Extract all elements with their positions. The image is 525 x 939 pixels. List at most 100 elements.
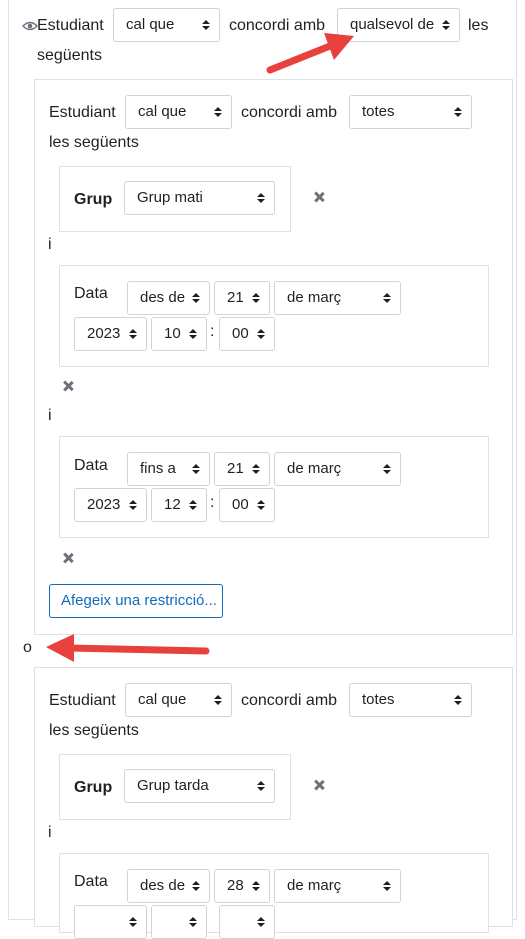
set1-date2-day-value: 21 [227, 460, 244, 477]
annotation-arrow-1 [266, 33, 354, 74]
set1-date2-direction-value: fins a [140, 460, 176, 477]
set1-date2-day-select[interactable]: 21 [214, 452, 270, 486]
set2-estudiant-label: Estudiant [49, 692, 116, 709]
set2-grup-select[interactable]: Grup tarda [124, 769, 275, 803]
set1-grup-value: Grup mati [137, 189, 203, 206]
set1-date2-direction-select[interactable]: fins a [127, 452, 210, 486]
set1-date2-minute-value: 00 [232, 496, 249, 513]
set2-date1-day-value: 28 [227, 877, 244, 894]
set1-date1-month-select[interactable]: de març [274, 281, 401, 315]
set1-date2-label: Data [74, 457, 108, 474]
select-arrows-icon [252, 453, 260, 485]
set1-date2-month-value: de març [287, 460, 342, 477]
select-arrows-icon [257, 770, 265, 802]
select-arrows-icon [189, 906, 197, 938]
set1-date1-month-value: de març [287, 289, 342, 306]
select-arrows-icon [454, 96, 462, 128]
select-arrows-icon [192, 870, 200, 902]
set2-must-value: cal que [138, 691, 187, 708]
set1-estudiant-label: Estudiant [49, 104, 116, 121]
set1-date1-year-value: 2023 [87, 325, 121, 342]
select-arrows-icon [454, 684, 462, 716]
or-label: o [23, 639, 32, 656]
select-arrows-icon [252, 870, 260, 902]
set1-date1-minute-select[interactable]: 00 [219, 317, 275, 351]
select-arrows-icon [257, 182, 265, 214]
close-icon[interactable] [61, 379, 75, 393]
select-arrows-icon [383, 282, 391, 314]
set1-grup-label: Grup [74, 191, 113, 208]
select-arrows-icon [214, 684, 222, 716]
select-arrows-icon [192, 282, 200, 314]
set2-date1-month-value: de març [287, 877, 342, 894]
set2-date1-day-select[interactable]: 28 [214, 869, 270, 903]
set2-date1-year-select[interactable] [74, 905, 147, 939]
select-arrows-icon [129, 906, 137, 938]
root-must-value: cal que [126, 16, 175, 33]
set2-grup-value: Grup tarda [137, 777, 209, 794]
eye-icon[interactable] [22, 19, 38, 31]
set1-date1-label: Data [74, 285, 108, 302]
select-arrows-icon [189, 318, 197, 350]
add-restriction-button[interactable]: Afegeix una restricció... [49, 584, 223, 618]
set1-match-value: totes [362, 103, 395, 120]
close-icon[interactable] [312, 190, 326, 204]
root-seguents-label: següents [37, 47, 102, 64]
set1-must-value: cal que [138, 103, 187, 120]
set2-date1-direction-value: des de [140, 877, 186, 894]
set1-date2-hour-value: 12 [164, 496, 181, 513]
set1-must-select[interactable]: cal que [125, 95, 232, 129]
annotation-arrow-2 [46, 634, 210, 662]
close-icon[interactable] [61, 551, 75, 565]
set2-date1-month-select[interactable]: de març [274, 869, 401, 903]
select-arrows-icon [257, 906, 265, 938]
root-must-select[interactable]: cal que [113, 8, 220, 42]
set2-concordi-label: concordi amb [241, 692, 338, 709]
set1-date2-hour-select[interactable]: 12 [151, 488, 207, 522]
set1-date2-year-value: 2023 [87, 496, 121, 513]
root-match-value: qualsevol de [350, 16, 435, 33]
set2-date1-direction-select[interactable]: des de [127, 869, 210, 903]
close-icon[interactable] [312, 778, 326, 792]
set1-and-label-1: i [48, 236, 52, 253]
root-les-label: les [468, 17, 489, 34]
set1-date1-hour-select[interactable]: 10 [151, 317, 207, 351]
set1-seguents-label: les següents [49, 134, 139, 151]
set2-date1-label: Data [74, 873, 108, 890]
set2-match-select[interactable]: totes [349, 683, 472, 717]
set1-concordi-label: concordi amb [241, 104, 338, 121]
set1-date1-direction-value: des de [140, 289, 186, 306]
set2-date1-hour-select[interactable] [151, 905, 207, 939]
root-estudiant-label: Estudiant [37, 17, 104, 34]
set1-date2-year-select[interactable]: 2023 [74, 488, 147, 522]
select-arrows-icon [129, 318, 137, 350]
set1-date-condition-1 [59, 265, 489, 367]
select-arrows-icon [383, 870, 391, 902]
time-separator: : [210, 323, 215, 340]
select-arrows-icon [252, 282, 260, 314]
set1-date1-day-value: 21 [227, 289, 244, 306]
set1-date1-day-select[interactable]: 21 [214, 281, 270, 315]
set1-date1-direction-select[interactable]: des de [127, 281, 210, 315]
set2-grup-label: Grup [74, 779, 113, 796]
set2-date1-minute-select[interactable] [219, 905, 275, 939]
time-separator: : [210, 494, 215, 511]
set1-date2-minute-select[interactable]: 00 [219, 488, 275, 522]
select-arrows-icon [257, 489, 265, 521]
set1-and-label-2: i [48, 407, 52, 424]
set1-match-select[interactable]: totes [349, 95, 472, 129]
select-arrows-icon [383, 453, 391, 485]
select-arrows-icon [189, 489, 197, 521]
set1-grup-select[interactable]: Grup mati [124, 181, 275, 215]
select-arrows-icon [257, 318, 265, 350]
set1-date1-year-select[interactable]: 2023 [74, 317, 147, 351]
select-arrows-icon [129, 489, 137, 521]
set1-date1-hour-value: 10 [164, 325, 181, 342]
set2-and-label-1: i [48, 824, 52, 841]
set2-seguents-label: les següents [49, 722, 139, 739]
set2-must-select[interactable]: cal que [125, 683, 232, 717]
set1-date2-month-select[interactable]: de març [274, 452, 401, 486]
select-arrows-icon [192, 453, 200, 485]
set1-date1-minute-value: 00 [232, 325, 249, 342]
set2-match-value: totes [362, 691, 395, 708]
